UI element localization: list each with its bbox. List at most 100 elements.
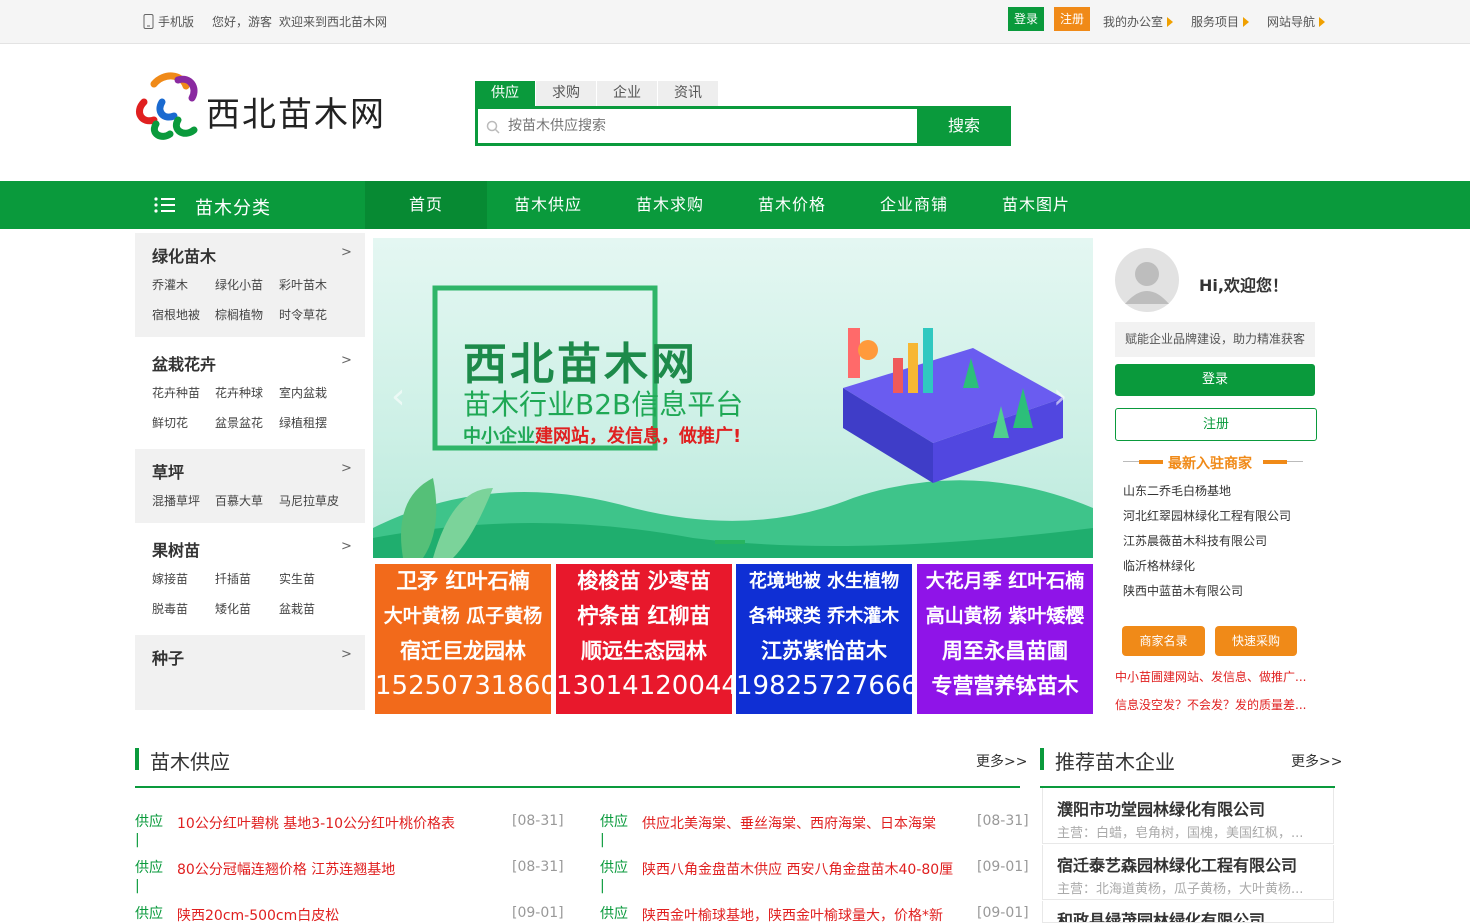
enterprise-card[interactable]: 和政县绿茂园林绿化有限公司	[1042, 901, 1334, 923]
category-sub[interactable]: 盆景盆花	[215, 414, 263, 431]
category-sub[interactable]: 百慕大草	[215, 492, 263, 509]
category-sub[interactable]: 盆栽苗	[279, 600, 315, 617]
category-sub[interactable]: 室内盆栽	[279, 384, 327, 401]
supply-item-title[interactable]: 供应北美海棠、垂丝海棠、西府海棠、日本海棠	[642, 813, 936, 833]
supply-item-title[interactable]: 10公分红叶碧桃 基地3-10公分红叶桃价格表	[177, 813, 455, 833]
top-login-button[interactable]: 登录	[1008, 7, 1044, 31]
category-fruit[interactable]: 果树苗 > 嫁接苗 扦插苗 实生苗 脱毒苗 矮化苗 盆栽苗	[135, 527, 365, 631]
search-button[interactable]: 搜索	[917, 106, 1011, 146]
enterprise-card[interactable]: 濮阳市功堂园林绿化有限公司 主营：白蜡，皂角树，国槐，美国红枫，...	[1042, 788, 1334, 844]
nav-supply[interactable]: 苗木供应	[487, 181, 609, 229]
enterprise-name[interactable]: 和政县绿茂园林绿化有限公司	[1057, 907, 1265, 922]
supply-item-title[interactable]: 陕西八角金盘苗木供应 西安八角金盘苗木40-80厘	[642, 859, 953, 879]
promo-link[interactable]: 中小苗圃建网站、发信息、做推广...	[1115, 668, 1306, 685]
category-sub[interactable]: 绿植租摆	[279, 414, 327, 431]
mobile-link[interactable]: 手机版	[143, 13, 194, 30]
category-sub[interactable]: 绿化小苗	[215, 276, 263, 293]
office-menu[interactable]: 我的办公室	[1103, 13, 1174, 30]
banner-next-icon[interactable]: ›	[1053, 376, 1067, 417]
supply-item-title[interactable]: 陕西金叶榆球基地，陕西金叶榆球量大，价格*新	[642, 905, 943, 923]
category-sub[interactable]: 花卉种苗	[152, 384, 200, 401]
menu-icon	[154, 197, 176, 217]
new-merchant-link[interactable]: 陕西中蓝苗木有限公司	[1123, 582, 1243, 599]
ad-tile[interactable]: 卫矛 红叶石楠 大叶黄杨 瓜子黄杨 宿迁巨龙园林 15250731860	[375, 564, 551, 714]
new-merchant-link[interactable]: 山东二乔毛白杨基地	[1123, 482, 1231, 499]
tab-supply[interactable]: 供应	[475, 81, 535, 106]
login-button[interactable]: 登录	[1115, 364, 1315, 396]
merchant-directory-button[interactable]: 商家名录	[1122, 626, 1205, 656]
category-title[interactable]: 苗木分类	[195, 194, 271, 220]
search-input[interactable]	[508, 112, 908, 140]
tab-news[interactable]: 资讯	[658, 81, 718, 106]
tab-buy[interactable]: 求购	[536, 81, 596, 106]
ad-tile[interactable]: 大花月季 红叶石楠 高山黄杨 紫叶矮樱 周至永昌苗圃 专营营养钵苗木	[917, 564, 1093, 714]
category-sub[interactable]: 花卉种球	[215, 384, 263, 401]
supply-item-title[interactable]: 陕西20cm-500cm白皮松	[177, 905, 339, 923]
enterprise-name[interactable]: 濮阳市功堂园林绿化有限公司	[1057, 796, 1265, 820]
category-sub[interactable]: 矮化苗	[215, 600, 251, 617]
chevron-right-icon: >	[341, 539, 352, 554]
ad-line: 周至永昌苗圃	[942, 639, 1068, 663]
supply-tag: 供应 |	[600, 814, 628, 848]
category-sub[interactable]: 棕榈植物	[215, 306, 263, 323]
category-sub[interactable]: 嫁接苗	[152, 570, 188, 587]
category-sub[interactable]: 扦插苗	[215, 570, 251, 587]
category-sub[interactable]: 鲜切花	[152, 414, 188, 431]
category-title[interactable]: 绿化苗木	[152, 243, 216, 267]
promo-link[interactable]: 信息没空发？不会发？发的质量差...	[1115, 696, 1306, 713]
category-green[interactable]: 绿化苗木 > 乔灌木 绿化小苗 彩叶苗木 宿根地被 棕榈植物 时令草花	[135, 233, 365, 337]
top-register-button[interactable]: 注册	[1054, 7, 1090, 31]
category-lawn[interactable]: 草坪 > 混播草坪 百慕大草 马尼拉草皮	[135, 449, 365, 523]
new-merchant-link[interactable]: 河北红翠园林绿化工程有限公司	[1123, 507, 1291, 524]
new-merchant-link[interactable]: 临沂格林绿化	[1123, 557, 1195, 574]
category-sub[interactable]: 马尼拉草皮	[279, 492, 339, 509]
banner-slogan: 中小企业建网站，发信息，做推广!	[463, 422, 741, 448]
new-merchant-link[interactable]: 江苏晨薇苗木科技有限公司	[1123, 532, 1267, 549]
category-sub[interactable]: 乔灌木	[152, 276, 188, 293]
category-sub[interactable]: 时令草花	[279, 306, 327, 323]
category-sub[interactable]: 混播草坪	[152, 492, 200, 509]
hero-banner[interactable]: 西北苗木网 苗木行业B2B信息平台 中小企业建网站，发信息，做推广! ‹ ›	[373, 238, 1093, 558]
supply-more-link[interactable]: 更多>>	[976, 751, 1027, 771]
category-title[interactable]: 盆栽花卉	[152, 351, 216, 375]
category-sub[interactable]: 彩叶苗木	[279, 276, 327, 293]
ad-line: 花境地被 水生植物	[748, 571, 900, 592]
supply-item-date: [08-31]	[512, 813, 564, 829]
quick-purchase-button[interactable]: 快速采购	[1215, 626, 1297, 656]
banner-subtitle: 苗木行业B2B信息平台	[463, 388, 744, 421]
category-sub[interactable]: 宿根地被	[152, 306, 200, 323]
category-seeds[interactable]: 种子 >	[135, 635, 365, 710]
enterprise-more-link[interactable]: 更多>>	[1291, 751, 1342, 771]
nav-home[interactable]: 首页	[365, 181, 487, 229]
logo-icon[interactable]	[134, 72, 204, 140]
category-flowers[interactable]: 盆栽花卉 > 花卉种苗 花卉种球 室内盆栽 鲜切花 盆景盆花 绿植租摆	[135, 341, 365, 445]
register-button[interactable]: 注册	[1115, 408, 1317, 441]
category-title[interactable]: 果树苗	[152, 537, 200, 561]
category-sub[interactable]: 脱毒苗	[152, 600, 188, 617]
supply-tag-label: 供应	[600, 906, 628, 922]
nav-buy[interactable]: 苗木求购	[609, 181, 731, 229]
tab-company[interactable]: 企业	[597, 81, 657, 106]
enterprise-card[interactable]: 宿迁泰艺森园林绿化工程有限公司 主营：北海道黄杨，瓜子黄杨，大叶黄杨...	[1042, 845, 1334, 900]
category-sub[interactable]: 实生苗	[279, 570, 315, 587]
ad-tile[interactable]: 花境地被 水生植物 各种球类 乔木灌木 江苏紫怡苗木 19825727666	[736, 564, 912, 714]
ad-tile[interactable]: 梭梭苗 沙枣苗 柠条苗 红柳苗 顺远生态园林 13014120044	[556, 564, 732, 714]
supply-item-date: [08-31]	[977, 813, 1029, 829]
user-desc: 赋能企业品牌建设，助力精准获客	[1115, 322, 1315, 357]
banner-dot-indicator[interactable]	[715, 540, 745, 544]
new-merchants-title: 最新入驻商家	[1168, 456, 1252, 472]
chevron-right-icon: >	[341, 647, 352, 662]
supply-item-title[interactable]: 80公分冠幅连翘价格 江苏连翘基地	[177, 859, 395, 879]
logo-text[interactable]: 西北苗木网	[206, 87, 386, 136]
nav-shops[interactable]: 企业商铺	[853, 181, 975, 229]
supply-tag-label: 供应	[135, 860, 163, 876]
enterprise-name[interactable]: 宿迁泰艺森园林绿化工程有限公司	[1057, 852, 1297, 876]
category-title[interactable]: 种子	[152, 645, 184, 669]
banner-prev-icon[interactable]: ‹	[391, 376, 405, 417]
category-title[interactable]: 草坪	[152, 459, 184, 483]
sitenav-menu[interactable]: 网站导航	[1267, 13, 1326, 30]
services-menu[interactable]: 服务项目	[1191, 13, 1250, 30]
nav-price[interactable]: 苗木价格	[731, 181, 853, 229]
nav-images[interactable]: 苗木图片	[975, 181, 1097, 229]
supply-tag-label: 供应	[600, 814, 628, 830]
